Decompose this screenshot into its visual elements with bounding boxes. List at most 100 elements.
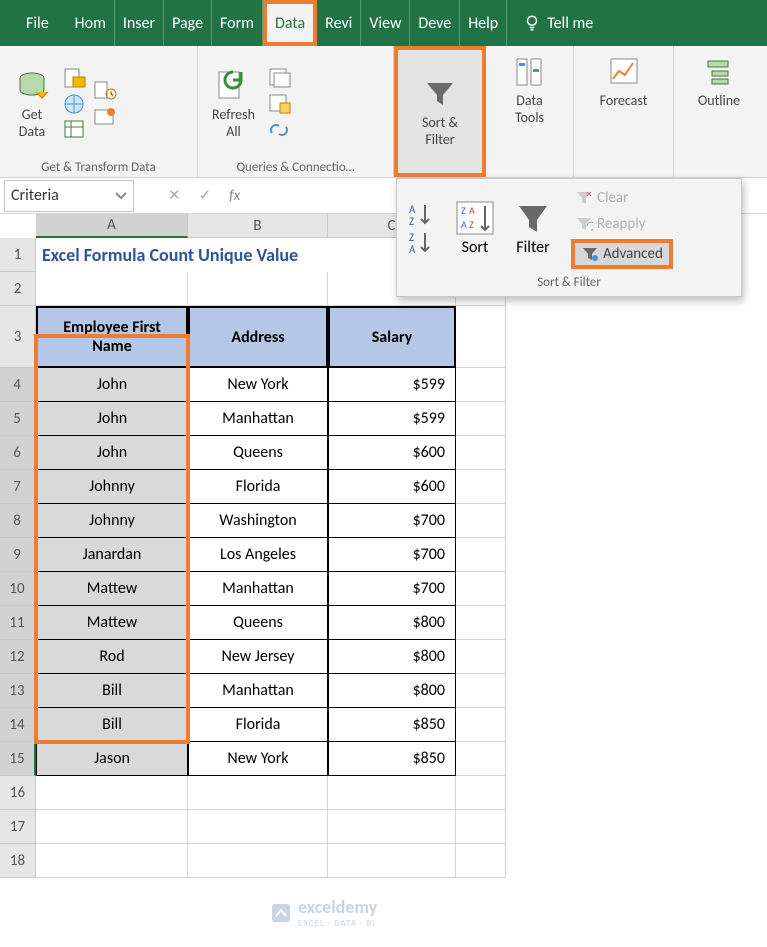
forecast-button[interactable]: Forecast (580, 50, 667, 113)
cell-address[interactable]: Manhattan (188, 402, 328, 436)
tab-page[interactable]: Page (164, 0, 212, 46)
cell-address[interactable]: Queens (188, 436, 328, 470)
from-table-icon[interactable] (62, 118, 88, 142)
fx-icon[interactable]: fx (229, 187, 240, 205)
cell-name[interactable]: Bill (36, 708, 188, 742)
from-text-icon[interactable] (62, 66, 88, 90)
cell[interactable] (328, 776, 456, 810)
cell[interactable] (188, 844, 328, 878)
cell-address[interactable]: Manhattan (188, 674, 328, 708)
cell[interactable] (456, 504, 506, 538)
cell-salary[interactable]: $700 (328, 572, 456, 606)
cell-salary[interactable]: $850 (328, 742, 456, 776)
header-address[interactable]: Address (188, 306, 328, 368)
row-header[interactable]: 17 (0, 810, 36, 844)
cell-salary[interactable]: $599 (328, 402, 456, 436)
cell-name[interactable]: Johnny (36, 470, 188, 504)
cell-salary[interactable]: $850 (328, 708, 456, 742)
col-header-A[interactable]: A (36, 214, 188, 238)
cell[interactable] (188, 776, 328, 810)
cell-address[interactable]: Florida (188, 470, 328, 504)
cell[interactable] (36, 272, 188, 306)
cell-address[interactable]: Los Angeles (188, 538, 328, 572)
cell-name[interactable]: Mattew (36, 606, 188, 640)
queries-icon[interactable] (267, 66, 293, 90)
cell[interactable] (456, 742, 506, 776)
cell[interactable] (36, 844, 188, 878)
cell[interactable] (188, 272, 328, 306)
cell[interactable] (328, 844, 456, 878)
cell[interactable] (456, 436, 506, 470)
cell[interactable] (456, 402, 506, 436)
cell-address[interactable]: New York (188, 368, 328, 402)
cell-salary[interactable]: $600 (328, 436, 456, 470)
col-header-B[interactable]: B (188, 214, 328, 238)
row-header[interactable]: 14 (0, 708, 36, 742)
clear-button[interactable]: Clear (571, 187, 632, 209)
cell-name[interactable]: Janardan (36, 538, 188, 572)
cell[interactable] (456, 844, 506, 878)
tab-file[interactable]: File (8, 0, 67, 46)
spreadsheet-grid[interactable]: A B C D 1Excel Formula Count Unique Valu… (0, 214, 767, 878)
header-salary[interactable]: Salary (328, 306, 456, 368)
row-header[interactable]: 3 (0, 306, 36, 368)
cell-address[interactable]: Florida (188, 708, 328, 742)
row-header[interactable]: 16 (0, 776, 36, 810)
cell-name[interactable]: John (36, 436, 188, 470)
tell-me[interactable]: Tell me (513, 14, 603, 33)
enter-icon[interactable]: ✓ (199, 186, 212, 205)
cell[interactable] (456, 306, 506, 368)
tab-review[interactable]: Revi (317, 0, 361, 46)
recent-sources-icon[interactable] (92, 79, 118, 103)
cell-name[interactable]: John (36, 402, 188, 436)
row-header[interactable]: 18 (0, 844, 36, 878)
cell-salary[interactable]: $800 (328, 674, 456, 708)
cell-address[interactable]: Queens (188, 606, 328, 640)
tab-data[interactable]: Data (263, 0, 317, 46)
sort-filter-button[interactable]: Sort & Filter (398, 50, 482, 173)
cell-address[interactable]: Washington (188, 504, 328, 538)
get-data-button[interactable]: Get Data (6, 64, 58, 144)
row-header[interactable]: 7 (0, 470, 36, 504)
row-header[interactable]: 12 (0, 640, 36, 674)
cell[interactable] (456, 470, 506, 504)
cell-salary[interactable]: $800 (328, 606, 456, 640)
cell[interactable] (456, 538, 506, 572)
reapply-button[interactable]: Reapply (571, 213, 650, 235)
sort-za-icon[interactable]: ZA (407, 229, 437, 255)
cell[interactable] (456, 572, 506, 606)
row-header[interactable]: 5 (0, 402, 36, 436)
sort-button[interactable]: ZAAZ Sort (455, 200, 495, 257)
cell-name[interactable]: Johnny (36, 504, 188, 538)
cell-salary[interactable]: $700 (328, 538, 456, 572)
filter-button[interactable]: Filter (513, 200, 553, 257)
row-header[interactable]: 9 (0, 538, 36, 572)
cell-name[interactable]: Bill (36, 674, 188, 708)
title-cell[interactable]: Excel Formula Count Unique Value (36, 238, 456, 272)
row-header[interactable]: 2 (0, 272, 36, 306)
cell[interactable] (456, 368, 506, 402)
cell-salary[interactable]: $600 (328, 470, 456, 504)
cell-name[interactable]: Mattew (36, 572, 188, 606)
row-header[interactable]: 13 (0, 674, 36, 708)
cell[interactable] (36, 776, 188, 810)
advanced-button[interactable]: Advanced (571, 239, 673, 269)
tab-help[interactable]: Help (460, 0, 507, 46)
cell-salary[interactable]: $800 (328, 640, 456, 674)
properties-icon[interactable] (267, 92, 293, 116)
tab-developer[interactable]: Deve (410, 0, 460, 46)
edit-links-icon[interactable] (267, 118, 293, 142)
row-header[interactable]: 6 (0, 436, 36, 470)
cancel-icon[interactable]: ✕ (168, 186, 181, 205)
cell-address[interactable]: New York (188, 742, 328, 776)
cell-name[interactable]: Jason (36, 742, 188, 776)
cell[interactable] (456, 776, 506, 810)
sort-az-icon[interactable]: AZ (407, 201, 437, 227)
row-header[interactable]: 1 (0, 238, 36, 272)
name-box[interactable]: Criteria (4, 180, 134, 212)
cell[interactable] (188, 810, 328, 844)
cell[interactable] (456, 810, 506, 844)
cell-name[interactable]: John (36, 368, 188, 402)
cell[interactable] (328, 810, 456, 844)
cell-address[interactable]: Manhattan (188, 572, 328, 606)
